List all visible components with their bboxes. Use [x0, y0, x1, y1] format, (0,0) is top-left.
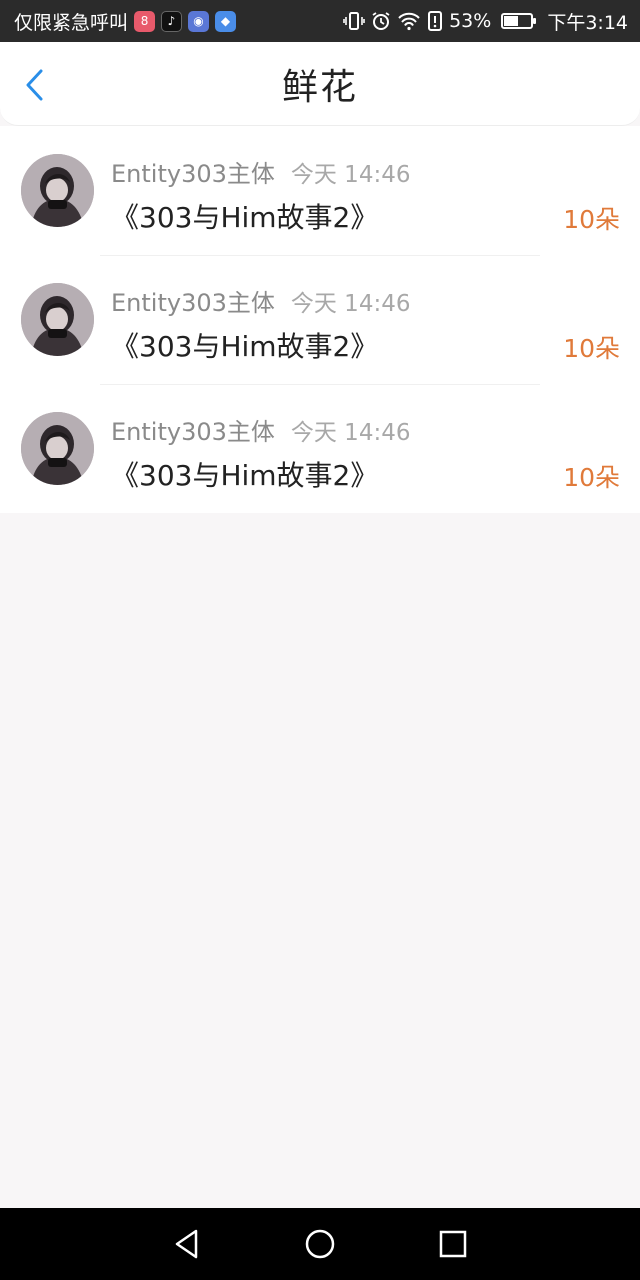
alarm-icon	[371, 11, 391, 31]
vibrate-icon	[343, 11, 365, 31]
list-item[interactable]: Entity303主体 今天 14:46 《303与Him故事2》 10朵	[0, 255, 640, 384]
work-title[interactable]: 《303与Him故事2》	[111, 454, 378, 494]
flower-list: Entity303主体 今天 14:46 《303与Him故事2》 10朵 En…	[0, 126, 640, 513]
system-nav-bar	[0, 1208, 640, 1280]
nav-home-button[interactable]	[300, 1224, 340, 1264]
avatar[interactable]	[21, 412, 94, 485]
clock-time: 下午3:14	[547, 11, 628, 34]
timestamp: 今天 14:46	[290, 420, 411, 446]
compass-icon: ◆	[215, 10, 237, 32]
nav-back-button[interactable]	[167, 1224, 207, 1264]
list-item[interactable]: Entity303主体 今天 14:46 《303与Him故事2》 10朵	[0, 126, 640, 255]
item-meta: Entity303主体 今天 14:46	[111, 412, 410, 447]
avatar[interactable]	[21, 283, 94, 356]
timestamp: 今天 14:46	[290, 162, 411, 188]
square-recents-icon	[440, 1230, 467, 1258]
wifi-icon	[397, 11, 421, 31]
author-name[interactable]: Entity303主体	[111, 283, 275, 318]
page-title: 鲜花	[281, 66, 358, 108]
list-item[interactable]: Entity303主体 今天 14:46 《303与Him故事2》 10朵	[0, 384, 640, 513]
item-meta: Entity303主体 今天 14:46	[111, 154, 410, 189]
status-bar-right: 53% 下午3:14	[343, 8, 628, 35]
app-icon-red: 8	[134, 10, 156, 32]
item-meta: Entity303主体 今天 14:46	[111, 283, 410, 318]
baidu-icon: ◉	[188, 10, 210, 32]
back-button[interactable]	[18, 68, 50, 102]
flower-count: 10朵	[563, 463, 620, 492]
battery-icon	[501, 13, 537, 29]
work-title[interactable]: 《303与Him故事2》	[111, 325, 378, 365]
carrier-text: 仅限紧急呼叫	[14, 11, 129, 34]
flower-count: 10朵	[563, 334, 620, 363]
alert-icon	[427, 11, 443, 31]
battery-percent: 53%	[449, 10, 492, 32]
header: 鲜花	[0, 42, 640, 126]
status-bar: 仅限紧急呼叫 8 ♪ ◉ ◆ 53% 下午3:14	[0, 0, 640, 42]
tiktok-icon: ♪	[161, 10, 183, 32]
chevron-left-icon	[26, 69, 43, 101]
status-bar-left: 仅限紧急呼叫 8 ♪ ◉ ◆	[14, 8, 237, 35]
avatar[interactable]	[21, 154, 94, 227]
flower-count: 10朵	[563, 205, 620, 234]
work-title[interactable]: 《303与Him故事2》	[111, 196, 378, 236]
triangle-back-icon	[175, 1229, 197, 1259]
author-name[interactable]: Entity303主体	[111, 412, 275, 447]
circle-home-icon	[305, 1229, 335, 1259]
author-name[interactable]: Entity303主体	[111, 154, 275, 189]
timestamp: 今天 14:46	[290, 291, 411, 317]
battery-fill	[504, 16, 519, 26]
nav-recents-button[interactable]	[433, 1224, 473, 1264]
